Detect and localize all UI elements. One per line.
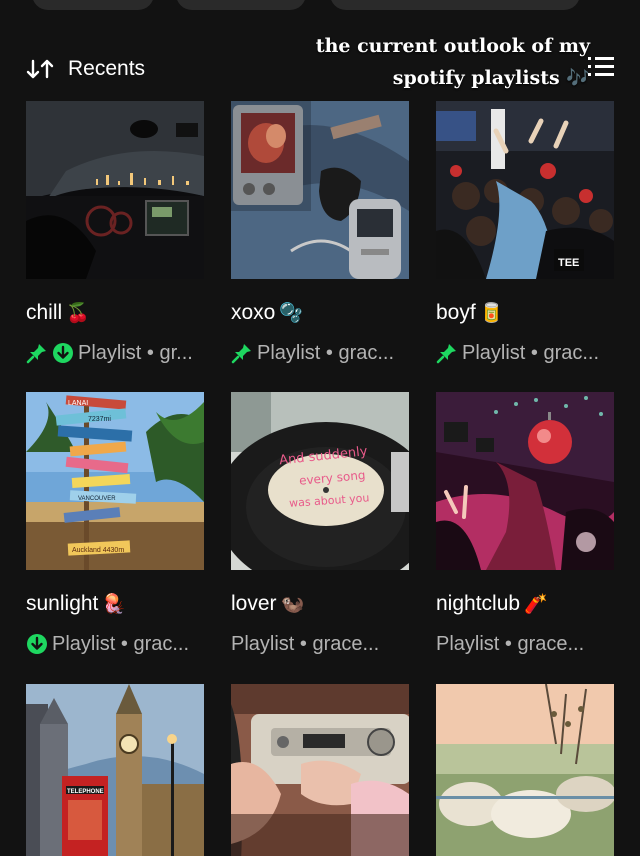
- filter-chip[interactable]: [330, 0, 580, 10]
- playlist-cover: TELEPHONE: [26, 684, 204, 856]
- playlist-meta: Playlist • grace...: [436, 630, 626, 658]
- playlist-emoji: 🦦: [280, 594, 305, 615]
- playlist-subtitle: Playlist • grac...: [257, 341, 395, 364]
- caption-line: the current outlook of my: [315, 35, 590, 57]
- sort-control[interactable]: Recents: [26, 52, 145, 86]
- playlist-cover: [231, 684, 409, 856]
- overlay-caption: the current outlook of my spotify playli…: [300, 30, 590, 94]
- playlist-title-text: chill: [26, 301, 63, 324]
- playlist-meta: Playlist • grac...: [26, 630, 216, 658]
- list-view-icon[interactable]: [586, 52, 616, 82]
- playlist-subtitle: Playlist • grac...: [52, 632, 190, 655]
- playlist-emoji: 🧨: [524, 594, 548, 615]
- cover-sign-text: 7237mi: [88, 416, 111, 423]
- playlist-title: nightclub 🧨: [436, 592, 548, 616]
- playlist-emoji: 🥫: [479, 303, 504, 324]
- cover-sign-text: TELEPHONE: [67, 789, 104, 795]
- download-icon: [53, 343, 73, 363]
- playlist-title: boyf 🥫: [436, 301, 503, 325]
- cover-sign-text: Auckland 4430m: [72, 547, 124, 554]
- playlist-emoji: 🫧: [279, 303, 304, 324]
- playlist-emoji: 🪼: [102, 594, 127, 615]
- playlist-title-text: xoxo: [231, 301, 276, 324]
- playlist-subtitle: Playlist • gr...: [78, 341, 193, 364]
- playlist-cover: TEE: [436, 101, 614, 279]
- filter-chip[interactable]: [176, 0, 306, 10]
- playlist-meta: Playlist • grace...: [231, 630, 421, 658]
- playlist-title-text: lover: [231, 592, 277, 615]
- sort-label: Recents: [68, 57, 146, 80]
- playlist-title: xoxo 🫧: [231, 301, 303, 325]
- playlist-title: sunlight 🪼: [26, 592, 126, 616]
- playlist-meta: Playlist • grac...: [436, 339, 626, 367]
- playlist-title: chill 🍒: [26, 301, 90, 325]
- playlist-title-text: nightclub: [436, 592, 521, 615]
- filter-chip[interactable]: [32, 0, 154, 10]
- playlist-cover: [436, 392, 614, 570]
- playlist-title-text: boyf: [436, 301, 476, 324]
- playlist-title-text: sunlight: [26, 592, 99, 615]
- shirt-text: TEE: [558, 257, 579, 269]
- playlist-emoji: 🍒: [66, 303, 90, 324]
- download-icon: [27, 634, 47, 654]
- pin-icon: [26, 344, 46, 364]
- cover-sign-text: LANAI: [68, 400, 88, 407]
- cover-sign-text: VANCOUVER: [78, 496, 116, 502]
- playlist-subtitle: Playlist • grace...: [436, 632, 585, 655]
- playlist-cover: [436, 684, 614, 856]
- filter-chips-row: [0, 0, 640, 12]
- playlist-subtitle: Playlist • grace...: [231, 632, 380, 655]
- playlist-cover: And suddenly every song was about you: [231, 392, 409, 570]
- playlist-cover: [26, 101, 204, 279]
- playlist-meta: Playlist • gr...: [26, 339, 216, 367]
- pin-icon: [436, 344, 456, 364]
- playlist-meta: Playlist • grac...: [231, 339, 421, 367]
- sort-arrows-icon: [26, 59, 54, 79]
- playlist-subtitle: Playlist • grac...: [462, 341, 600, 364]
- playlist-cover: LANAI 7237mi VANCOUVER Auckland 4430m: [26, 392, 204, 570]
- pin-icon: [231, 344, 251, 364]
- playlist-title: lover 🦦: [231, 592, 304, 616]
- caption-line: spotify playlists 🎶: [392, 67, 590, 89]
- playlist-cover: [231, 101, 409, 279]
